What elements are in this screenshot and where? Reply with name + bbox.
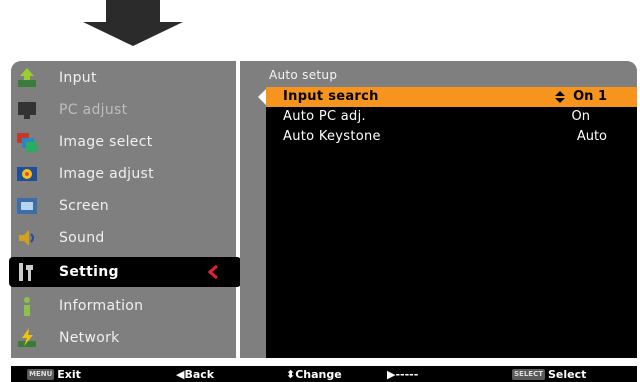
pc-adjust-icon [18, 102, 36, 119]
up-down-arrow-icon: ⬍ [286, 368, 296, 381]
chevron-left-icon [207, 265, 218, 279]
input-icon [18, 68, 36, 87]
setting-label: Auto PC adj. [283, 109, 366, 124]
menu-item-network[interactable]: Network [11, 323, 236, 353]
setting-row-auto-pc-adj[interactable]: Auto PC adj. On [266, 107, 637, 127]
image-select-icon [17, 133, 37, 152]
menu-item-pc-adjust[interactable]: PC adjust [11, 95, 236, 125]
auto-setup-panel: Auto setup Input search On 1 Auto PC adj… [240, 61, 637, 358]
information-icon [24, 297, 30, 316]
menu-item-image-select[interactable]: Image select [11, 127, 236, 157]
setting-label: Auto Keystone [283, 129, 381, 144]
guide-back-label: Back [184, 368, 215, 381]
guide-select: SELECT Select [512, 368, 586, 381]
panel-title: Auto setup [269, 68, 338, 82]
guide-next: ▶ ----- [387, 368, 418, 381]
right-arrow-icon: ▶ [387, 368, 396, 381]
network-icon [18, 328, 36, 347]
menu-key-icon: MENU [27, 369, 55, 380]
guide-exit-label: Exit [57, 368, 81, 381]
settings-list: Input search On 1 Auto PC adj. On Auto K… [258, 87, 637, 358]
menu-label: Input [59, 70, 97, 86]
setting-row-input-search[interactable]: Input search On 1 [258, 87, 637, 107]
up-down-arrow-icon [555, 91, 565, 103]
menu-label: Screen [59, 198, 109, 214]
setting-value: Auto [576, 129, 607, 144]
setting-value: On [571, 109, 590, 124]
row-pointer-icon [258, 89, 266, 105]
menu-label: PC adjust [59, 102, 128, 118]
menu-item-image-adjust[interactable]: Image adjust [11, 159, 236, 189]
menu-item-setting[interactable]: Setting [9, 257, 241, 287]
menu-label: Image select [59, 134, 153, 150]
menu-item-input[interactable]: Input [11, 63, 236, 93]
setting-label: Input search [283, 89, 379, 104]
menu-label: Setting [59, 264, 119, 280]
image-adjust-icon [17, 167, 37, 181]
select-key-icon: SELECT [512, 369, 545, 380]
menu-label: Information [59, 298, 144, 314]
down-arrow-icon [83, 0, 183, 46]
guide-change: ⬍ Change [286, 368, 342, 381]
setting-icon [19, 263, 33, 281]
menu-item-information[interactable]: Information [11, 291, 236, 321]
menu-label: Network [59, 330, 120, 346]
menu-label: Sound [59, 230, 105, 246]
menu-label: Image adjust [59, 166, 154, 182]
guide-next-label: ----- [395, 368, 419, 381]
setting-value: On 1 [573, 89, 607, 104]
menu-item-sound[interactable]: Sound [11, 223, 236, 253]
setting-row-auto-keystone[interactable]: Auto Keystone Auto [266, 127, 637, 147]
guide-select-label: Select [547, 368, 587, 381]
guide-change-label: Change [295, 368, 342, 381]
left-arrow-icon: ◀ [176, 368, 185, 381]
guide-exit: MENU Exit [27, 368, 81, 381]
guide-bar: MENU Exit ◀ Back ⬍ Change ▶ ----- SELECT… [11, 366, 637, 382]
main-menu: Input PC adjust Image select Image adjus… [9, 61, 241, 358]
menu-item-screen[interactable]: Screen [11, 191, 236, 221]
sound-icon [19, 230, 34, 246]
screen-icon [17, 198, 37, 214]
guide-back: ◀ Back [176, 368, 214, 381]
